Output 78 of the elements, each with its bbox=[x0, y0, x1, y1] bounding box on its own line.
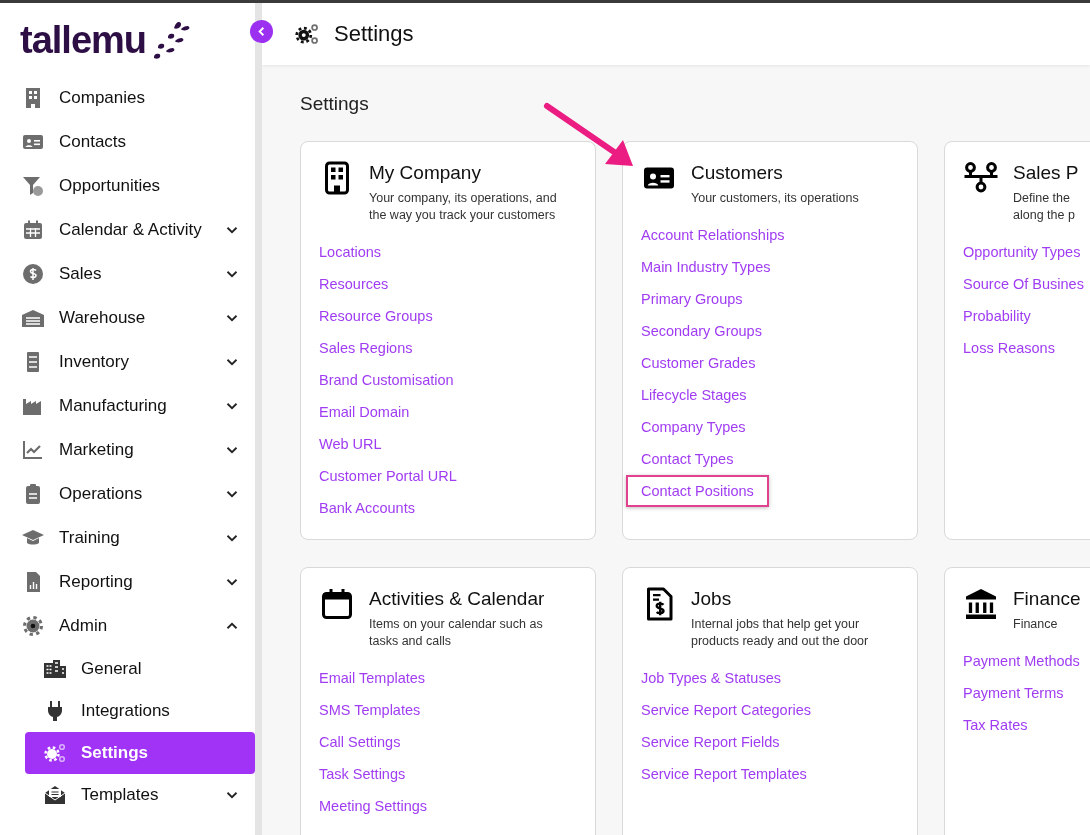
settings-link[interactable]: Secondary Groups bbox=[626, 315, 777, 347]
card-description: Define the along the p bbox=[1013, 190, 1076, 224]
settings-link[interactable]: Email Templates bbox=[304, 662, 441, 694]
card-title: Jobs bbox=[691, 588, 733, 610]
settings-link[interactable]: Contact Types bbox=[626, 443, 749, 475]
nav-item[interactable]: Training bbox=[0, 516, 255, 560]
envelope-icon bbox=[43, 783, 67, 807]
nav-item[interactable]: Companies bbox=[0, 76, 255, 120]
settings-link[interactable]: Service Report Templates bbox=[626, 758, 822, 790]
settings-link[interactable]: Brand Customisation bbox=[304, 364, 469, 396]
settings-link[interactable]: Resource Groups bbox=[304, 300, 448, 332]
card-description: Internal jobs that help get your products ready and out the door bbox=[691, 616, 869, 650]
calendar-icon bbox=[21, 218, 45, 242]
settings-link[interactable]: Loss Reasons bbox=[948, 332, 1070, 364]
settings-link[interactable]: Opportunity Types bbox=[948, 236, 1090, 268]
nav-item[interactable]: Calendar & Activity bbox=[0, 208, 255, 252]
nav-item[interactable]: Opportunities bbox=[0, 164, 255, 208]
buildings-icon bbox=[43, 657, 67, 681]
card-title: Activities & Calendar bbox=[369, 588, 545, 610]
nav-item[interactable]: Settings bbox=[25, 732, 255, 774]
settings-link[interactable]: Sales Regions bbox=[304, 332, 428, 364]
card-description: Items on your calendar such as tasks and calls bbox=[369, 616, 544, 650]
settings-link[interactable]: Account Relationships bbox=[626, 219, 800, 251]
settings-link[interactable]: Customer Portal URL bbox=[304, 460, 472, 492]
settings-link[interactable]: Service Report Fields bbox=[626, 726, 795, 758]
card-description: Your customers, its operations bbox=[691, 190, 859, 207]
nav-item[interactable]: Admin bbox=[0, 604, 255, 648]
settings-link[interactable]: SMS Templates bbox=[304, 694, 436, 726]
settings-link[interactable]: Resources bbox=[304, 268, 404, 300]
settings-link[interactable]: Company Types bbox=[626, 411, 761, 443]
settings-link[interactable]: Tax Rates bbox=[948, 709, 1043, 741]
nav-item[interactable]: Manufacturing bbox=[0, 384, 255, 428]
nav-item[interactable]: Sales bbox=[0, 252, 255, 296]
settings-link[interactable]: Source Of Busines bbox=[948, 268, 1090, 300]
calendar-icon bbox=[319, 586, 355, 622]
gear-icon bbox=[21, 614, 45, 638]
card-title: My Company bbox=[369, 162, 482, 184]
nav-item[interactable]: Contacts bbox=[0, 120, 255, 164]
collapse-button[interactable] bbox=[250, 20, 273, 43]
nav-item[interactable]: Reporting bbox=[0, 560, 255, 604]
settings-link[interactable]: Probability bbox=[948, 300, 1046, 332]
bank-icon bbox=[963, 586, 999, 622]
nav-item[interactable]: Operations bbox=[0, 472, 255, 516]
settings-link[interactable]: Locations bbox=[304, 236, 397, 268]
chart-icon bbox=[21, 438, 45, 462]
settings-link[interactable]: Lifecycle Stages bbox=[626, 379, 762, 411]
settings-link[interactable]: Bank Accounts bbox=[304, 492, 430, 524]
settings-link[interactable]: Payment Methods bbox=[948, 645, 1090, 677]
settings-link[interactable]: Task Settings bbox=[304, 758, 421, 790]
dollar-icon bbox=[21, 262, 45, 286]
settings-link[interactable]: Email Domain bbox=[304, 396, 425, 428]
nav-item[interactable]: Integrations bbox=[25, 690, 255, 732]
settings-link[interactable]: Primary Groups bbox=[626, 283, 758, 315]
page-heading: Settings bbox=[300, 93, 369, 114]
card-description: Your company, its operations, and the way you track your customers bbox=[369, 190, 557, 224]
header-title: Settings bbox=[334, 21, 414, 47]
nav-item[interactable]: Inventory bbox=[0, 340, 255, 384]
card-title: Customers bbox=[691, 162, 784, 184]
nav-item[interactable]: General bbox=[25, 648, 255, 690]
settings-link[interactable]: Call Settings bbox=[304, 726, 416, 758]
settings-link[interactable]: Service Report Categories bbox=[626, 694, 827, 726]
logo-text: tallemu bbox=[20, 20, 147, 59]
gears-icon bbox=[43, 741, 67, 765]
nav-item[interactable]: Warehouse bbox=[0, 296, 255, 340]
card-title: Sales P bbox=[1013, 162, 1079, 184]
nav-item[interactable]: Marketing bbox=[0, 428, 255, 472]
settings-link[interactable]: Customer Grades bbox=[626, 347, 771, 379]
card-title: Finance bbox=[1013, 588, 1081, 610]
gears-icon bbox=[294, 21, 320, 47]
card-description: Finance bbox=[1013, 616, 1059, 633]
settings-link[interactable]: Job Types & Statuses bbox=[626, 662, 796, 694]
funnel-icon bbox=[21, 174, 45, 198]
settings-link[interactable]: Web URL bbox=[304, 428, 397, 460]
settings-link[interactable]: Contact Positions bbox=[626, 475, 769, 507]
settings-link[interactable]: Main Industry Types bbox=[626, 251, 786, 283]
nav-item[interactable]: Templates bbox=[25, 774, 255, 816]
settings-link[interactable]: Meeting Settings bbox=[304, 790, 442, 822]
settings-link[interactable]: Payment Terms bbox=[948, 677, 1079, 709]
